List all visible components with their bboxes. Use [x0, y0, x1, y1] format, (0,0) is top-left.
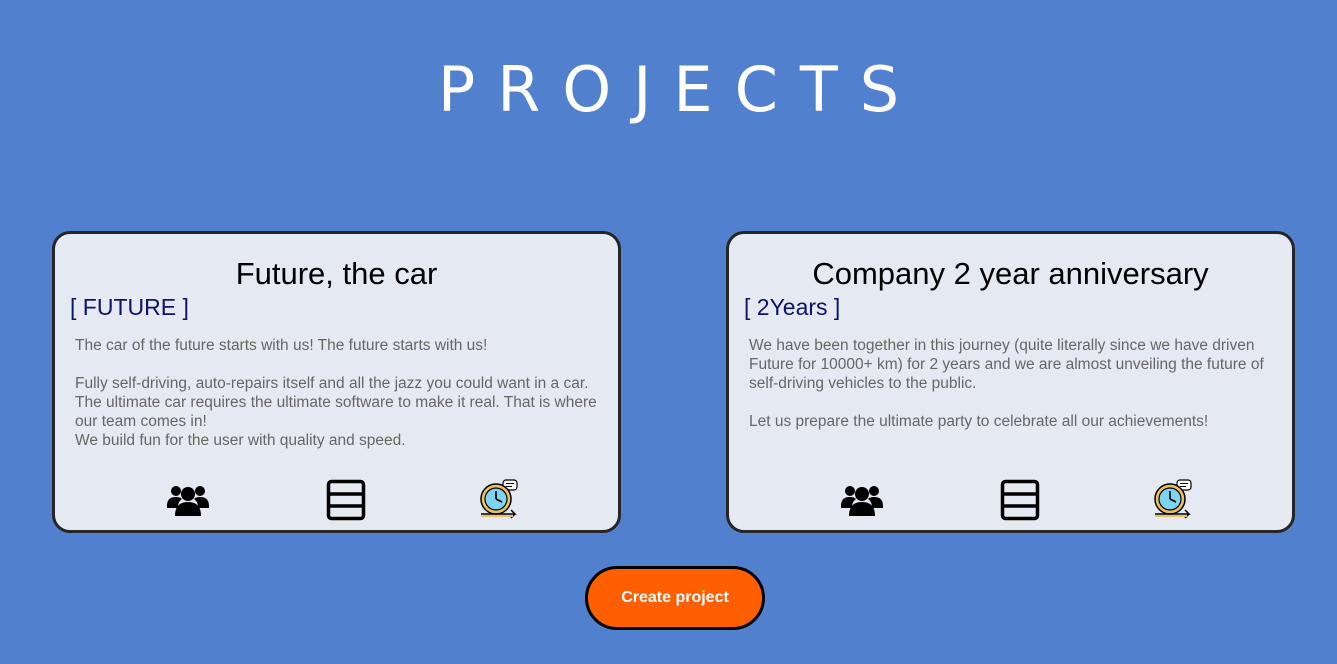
- project-card[interactable]: Future, the car [ FUTURE ] The car of th…: [52, 231, 621, 533]
- project-title: Future, the car: [235, 256, 438, 291]
- create-project-button[interactable]: Create project: [585, 566, 765, 630]
- project-tag: [ 2Years ]: [744, 294, 841, 320]
- project-actions: [55, 478, 618, 522]
- page-title: PROJECTS: [437, 53, 922, 126]
- board-icon[interactable]: [998, 478, 1042, 522]
- team-icon[interactable]: [840, 478, 884, 522]
- project-card[interactable]: Company 2 year anniversary [ 2Years ] We…: [726, 231, 1295, 533]
- project-title: Company 2 year anniversary: [812, 256, 1209, 291]
- timeline-icon[interactable]: [1151, 478, 1195, 522]
- project-tag: [ FUTURE ]: [70, 294, 189, 320]
- board-icon[interactable]: [324, 478, 368, 522]
- project-description: The car of the future starts with us! Th…: [75, 337, 597, 449]
- team-icon[interactable]: [166, 478, 210, 522]
- project-actions: [729, 478, 1292, 522]
- project-description: We have been together in this journey (q…: [749, 337, 1264, 430]
- timeline-icon[interactable]: [477, 478, 521, 522]
